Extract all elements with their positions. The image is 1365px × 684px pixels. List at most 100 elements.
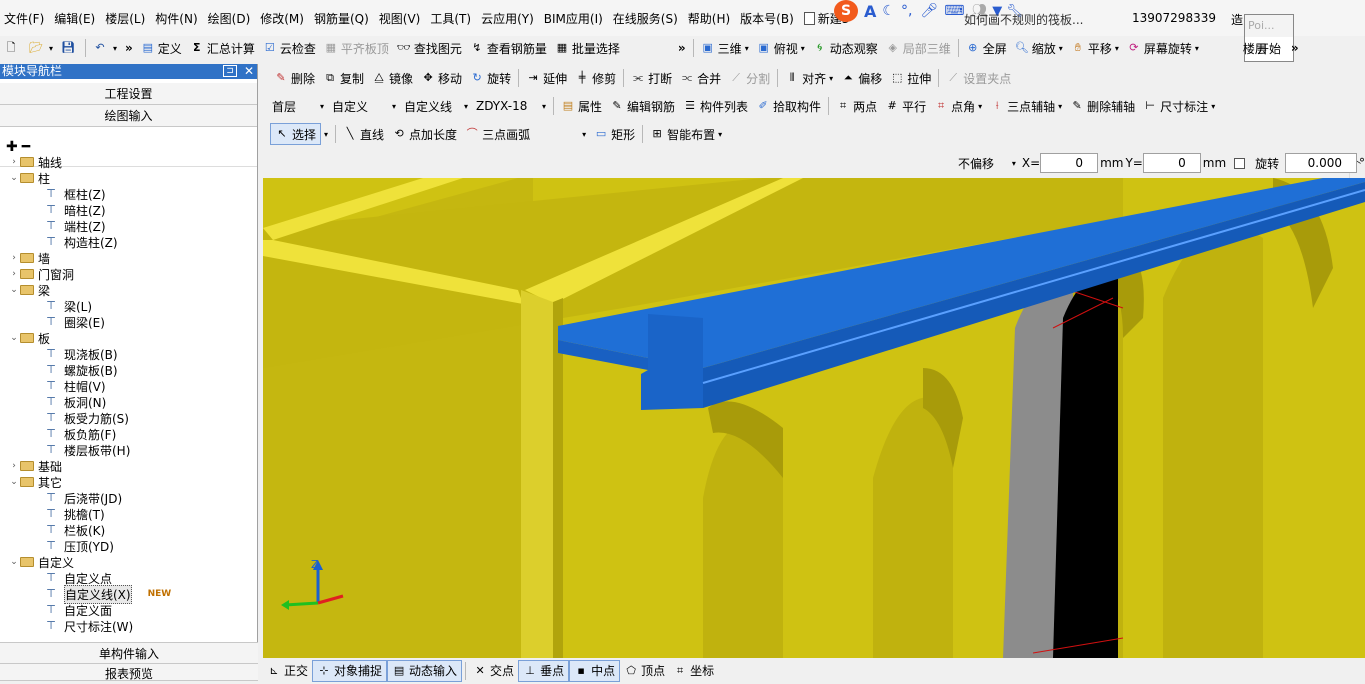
collapse-chevron-icon[interactable]: ⌄ [8,285,20,295]
menu-edit[interactable]: 编辑(E) [54,10,95,27]
3d-scene[interactable]: Z [263,178,1365,658]
smart-layout-button[interactable]: ⊞ 智能布置 ▾ [646,123,726,145]
ime-moon-icon[interactable]: ☾ [882,3,895,19]
expand-chevron-icon[interactable]: › [8,461,20,471]
floor-tail-button[interactable]: 楼层 [1239,37,1271,59]
screen-rotate-button[interactable]: ⟳ 屏幕旋转 ▾ [1123,37,1203,59]
coordinate-button[interactable]: ⌗ 坐标 [669,660,718,682]
tree-folder[interactable]: › 门窗洞 [8,266,74,282]
mirror-button[interactable]: ⧋ 镜像 [368,67,417,89]
local-3d-button[interactable]: ◈ 局部三维 [882,37,955,59]
expand-chevron-icon[interactable]: › [8,157,20,167]
component-list-button[interactable]: ☰ 构件列表 [679,95,752,117]
zoom-button[interactable]: 🔍︎ 缩放 ▾ [1011,37,1067,59]
ime-logo-icon[interactable]: S [834,0,858,22]
menu-online[interactable]: 在线服务(S) [613,10,678,27]
tree-folder[interactable]: ⌄ 自定义 [8,554,74,570]
menu-component[interactable]: 构件(N) [155,10,197,27]
collapse-chevron-icon[interactable]: ⌄ [8,333,20,343]
tree-folder[interactable]: ⌄ 板 [8,330,50,346]
menu-modify[interactable]: 修改(M) [260,10,304,27]
dynamic-input-button[interactable]: ▤ 动态输入 [387,659,463,682]
new-file-button[interactable]: 🗋 [0,37,25,59]
pin-icon[interactable]: ⊐ [223,65,237,77]
pick-component-button[interactable]: ✐ 拾取构件 [752,95,825,117]
tree-item[interactable]: ⊤ 现浇板(B) [44,346,117,362]
tree-folder[interactable]: ⌄ 柱 [8,170,50,186]
tree-folder[interactable]: › 墙 [8,250,50,266]
collapse-chevron-icon[interactable]: ⌄ [8,173,20,183]
open-file-button[interactable]: 📂︎ ▾ [25,37,57,59]
ime-punct-icon[interactable]: °, [901,3,912,19]
ortho-button[interactable]: ⊾ 正交 [263,660,312,682]
component-select[interactable]: ZDYX-18 ▾ [472,95,550,117]
three-point-axis-button[interactable]: ⟊ 三点辅轴 ▾ [986,95,1066,117]
snap-button[interactable]: ⊹ 对象捕捉 [312,659,388,682]
tree-item[interactable]: ⊤ 圈梁(E) [44,314,105,330]
properties-button[interactable]: ▤ 属性 [557,95,606,117]
tree-item[interactable]: ⊤ 后浇带(JD) [44,490,122,506]
tree-item[interactable]: ⊤ 暗柱(Z) [44,202,105,218]
subtype-select[interactable]: 自定义线 ▾ [400,95,472,117]
type-select[interactable]: 自定义 ▾ [328,95,400,117]
single-input-tab[interactable]: 单构件输入 [0,642,258,664]
tree-folder[interactable]: › 轴线 [8,154,62,170]
menu-view[interactable]: 视图(V) [379,10,421,27]
expand-chevron-icon[interactable]: › [8,269,20,279]
collapse-chevron-icon[interactable]: ⌄ [8,557,20,567]
tree-item[interactable]: ⊤ 板洞(N) [44,394,106,410]
tree-item[interactable]: ⊤ 栏板(K) [44,522,105,538]
rotate-input[interactable]: 0.000 [1285,153,1358,173]
pan-button[interactable]: ✋︎ 平移 ▾ [1067,37,1123,59]
intersection-button[interactable]: ✕ 交点 [469,660,518,682]
tree-item[interactable]: ⊤ 端柱(Z) [44,218,105,234]
tree-item[interactable]: ⊤ 楼层板带(H) [44,442,130,458]
rectangle-button[interactable]: ▭ 矩形 [590,123,639,145]
menu-rebar[interactable]: 钢筋量(Q) [314,10,369,27]
tree-item[interactable]: ⊤ 自定义面 [44,602,112,618]
rotate-checkbox[interactable] [1234,157,1246,169]
stretch-button[interactable]: ⬚ 拉伸 [886,67,935,89]
tree-folder[interactable]: › 基础 [8,458,62,474]
drawing-input-tab[interactable]: 绘图输入 [0,105,257,127]
view-rebar-button[interactable]: ↯ 查看钢筋量 [466,37,551,59]
break-button[interactable]: ⫘ 打断 [627,67,676,89]
menu-version[interactable]: 版本号(B) [740,10,794,27]
define-button[interactable]: ▤ 定义 [137,37,186,59]
overflow-1-button[interactable]: » [121,37,137,59]
select-button[interactable]: ↖ 选择 [270,123,322,145]
menu-cloud[interactable]: 云应用(Y) [481,10,534,27]
arc-option-select[interactable]: ▾ [534,123,590,145]
offset-button[interactable]: ⏶ 偏移 [837,67,886,89]
tree-item[interactable]: ⊤ 梁(L) [44,298,92,314]
tree-item[interactable]: ⊤ 螺旋板(B) [44,362,117,378]
tree-item[interactable]: ⊤ 自定义线(X) NEW [44,584,171,604]
tree-item[interactable]: ⊤ 构造柱(Z) [44,234,117,250]
3d-viewport[interactable]: Z [263,178,1365,658]
tree-folder[interactable]: ⌄ 其它 [8,474,62,490]
batch-select-button[interactable]: ▦ 批量选择 [551,37,624,59]
two-points-button[interactable]: ⌗ 两点 [832,95,881,117]
menu-help[interactable]: 帮助(H) [688,10,730,27]
project-settings-tab[interactable]: 工程设置 [0,83,257,105]
user-phone[interactable]: 13907298339 [1132,11,1216,25]
x-input[interactable]: 0 [1040,153,1099,173]
select-dropdown-icon[interactable]: ▾ [324,130,328,139]
ime-mic-icon[interactable]: 🎤︎ [920,3,938,19]
cloud-check-button[interactable]: ☑ 云检查 [259,37,320,59]
extend-button[interactable]: ⇥ 延伸 [522,67,571,89]
undo-button[interactable]: ↶ ▾ [89,37,121,59]
tree-item[interactable]: ⊤ 尺寸标注(W) [44,618,133,634]
view-3d-button[interactable]: ▣ 三维 ▾ [697,37,753,59]
delete-button[interactable]: ✎ 删除 [270,67,319,89]
tree-item[interactable]: ⊤ 板负筋(F) [44,426,116,442]
save-button[interactable]: 💾︎ [57,37,82,59]
menu-bim[interactable]: BIM应用(I) [544,10,603,27]
three-point-arc-button[interactable]: ⌒ 三点画弧 [461,123,534,145]
tree-item[interactable]: ⊤ 柱帽(V) [44,378,105,394]
dimension-button[interactable]: ⊢ 尺寸标注 ▾ [1139,95,1219,117]
level-slab-button[interactable]: ▦ 平齐板顶 [320,37,393,59]
overflow-2-button[interactable]: » [674,37,690,59]
split-button[interactable]: ⟋ 分割 [725,67,774,89]
top-view-button[interactable]: ▣ 俯视 ▾ [753,37,809,59]
